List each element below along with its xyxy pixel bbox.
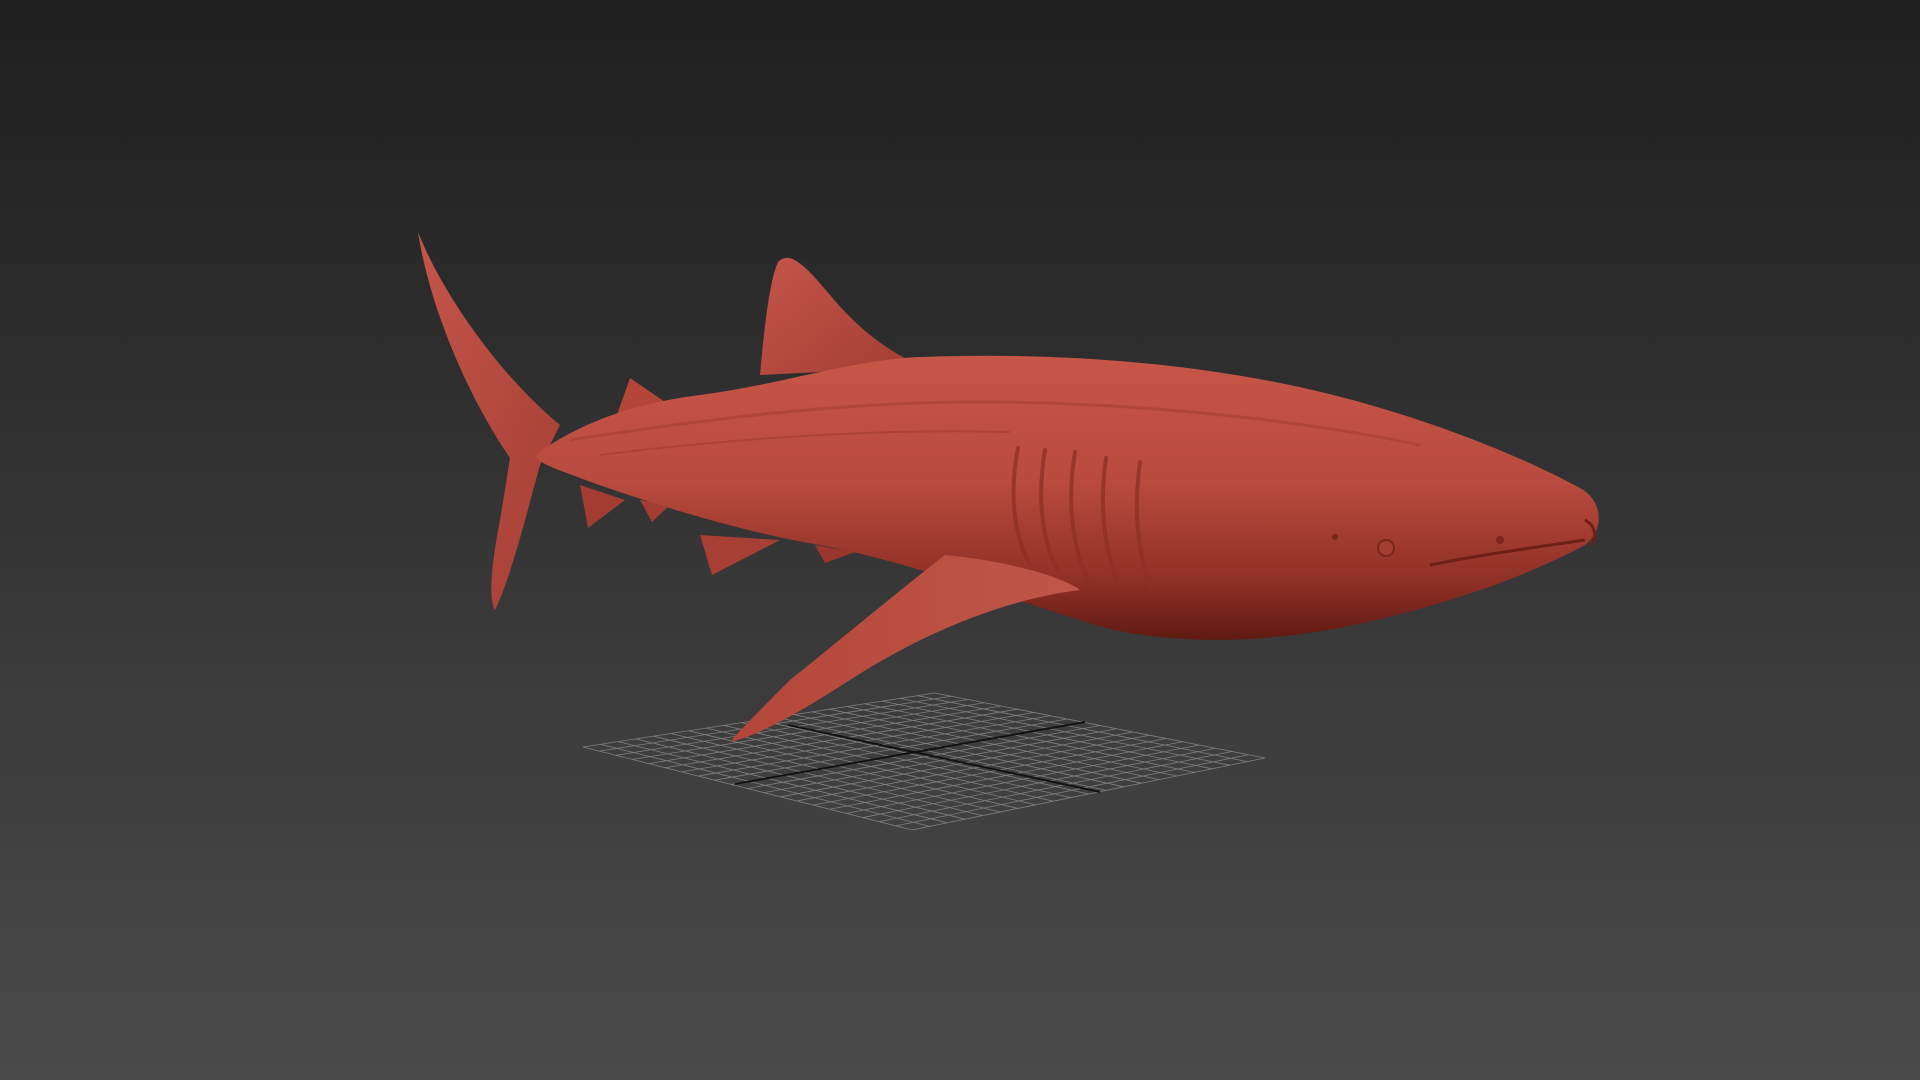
spiracle <box>1332 534 1338 540</box>
grid-line <box>899 698 1230 766</box>
grid-axis-x <box>734 721 1086 785</box>
caudal-fin <box>418 232 560 610</box>
3d-viewport[interactable] <box>0 0 1920 1080</box>
grid-line <box>895 754 1249 827</box>
grid-line <box>911 757 1266 831</box>
pelvic-fin <box>700 535 780 575</box>
grid-axis-z <box>787 724 1101 793</box>
nostril <box>1496 536 1504 544</box>
grid-line <box>917 695 1248 762</box>
grid-line <box>934 692 1266 759</box>
whale-shark-model[interactable] <box>418 232 1599 742</box>
ground-grid <box>582 692 1266 831</box>
shark-body <box>535 355 1599 640</box>
eye <box>1377 539 1395 557</box>
viewport-canvas <box>418 232 1599 831</box>
dorsal-fin <box>760 257 905 375</box>
